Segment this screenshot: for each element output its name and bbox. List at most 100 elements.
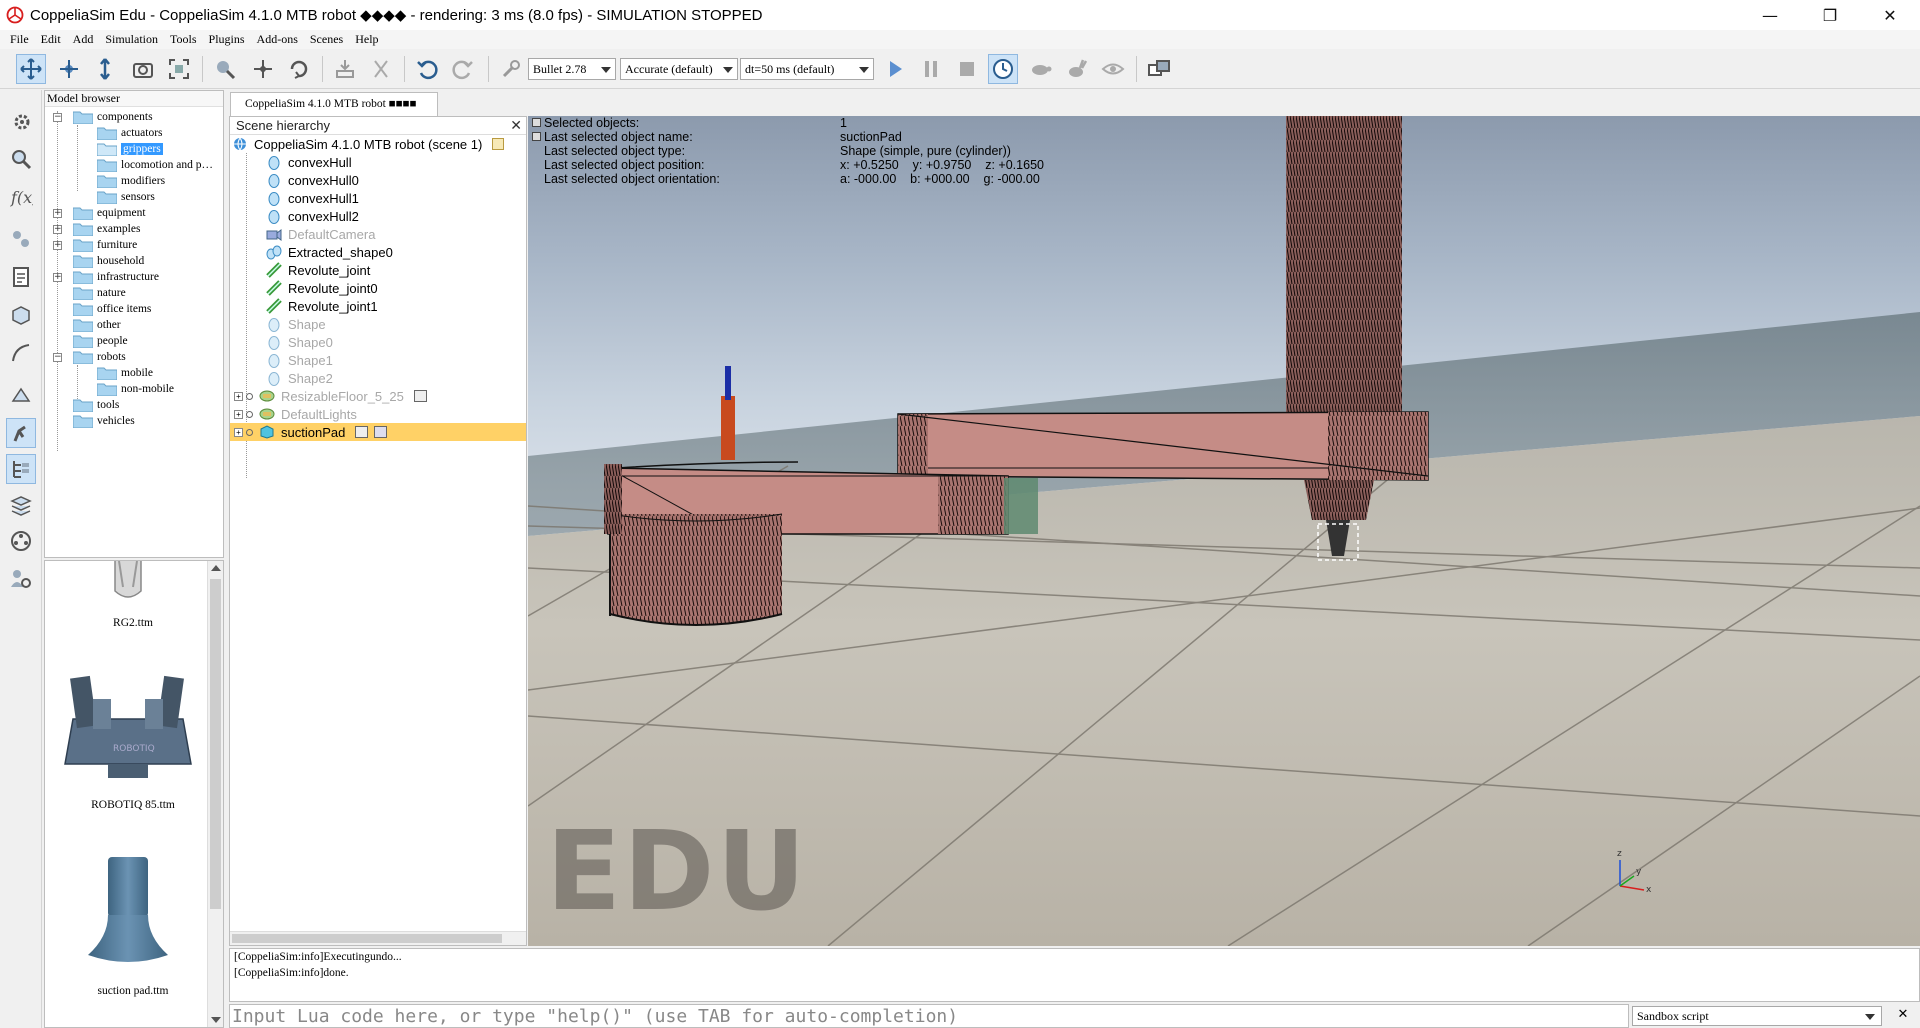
click-select-button[interactable] xyxy=(210,54,240,84)
folder-people[interactable]: people xyxy=(73,333,128,349)
expander-components[interactable]: − xyxy=(53,113,62,122)
dynamics-toggle-button[interactable] xyxy=(496,54,526,84)
hierarchy-item-shape0[interactable]: Shape0 xyxy=(230,333,526,351)
expander-examples[interactable]: + xyxy=(53,225,62,234)
video-recorder-button[interactable] xyxy=(6,526,36,556)
user-settings-button[interactable] xyxy=(6,564,36,594)
scene-root[interactable]: CoppeliaSim 4.1.0 MTB robot (scene 1) xyxy=(230,135,526,153)
simulation-settings-button[interactable] xyxy=(6,106,36,136)
menu-scenes[interactable]: Scenes xyxy=(310,32,343,47)
folder-modifiers[interactable]: modifiers xyxy=(97,173,165,189)
scene-object-properties-button[interactable] xyxy=(6,262,36,292)
slow-down-button[interactable] xyxy=(1026,54,1056,84)
hierarchy-item-suctionpad[interactable]: + suctionPad xyxy=(230,423,526,441)
menu-plugins[interactable]: Plugins xyxy=(209,32,245,47)
script-selector[interactable]: Sandbox script xyxy=(1632,1006,1882,1026)
shape-edit-button[interactable] xyxy=(6,300,36,330)
hierarchy-item-revolute-joint[interactable]: Revolute_joint xyxy=(230,261,526,279)
hierarchy-item-extracted-shape0[interactable]: Extracted_shape0 xyxy=(230,243,526,261)
stop-simulation-button[interactable] xyxy=(952,54,982,84)
folder-locomotion[interactable]: locomotion and p… xyxy=(97,157,213,173)
expand-plus-icon[interactable]: + xyxy=(234,409,243,419)
path-edit-button[interactable] xyxy=(6,338,36,368)
info-collapse-icon[interactable] xyxy=(532,118,541,127)
folder-vehicles[interactable]: vehicles xyxy=(73,413,135,429)
folder-nature[interactable]: nature xyxy=(73,285,126,301)
layers-button[interactable] xyxy=(6,490,36,520)
hierarchy-item-convexhull1[interactable]: convexHull1 xyxy=(230,189,526,207)
menu-add[interactable]: Add xyxy=(73,32,94,47)
hierarchy-item-defaultcamera[interactable]: DefaultCamera xyxy=(230,225,526,243)
object-rotate-button[interactable] xyxy=(284,54,314,84)
camera-pan-button[interactable] xyxy=(16,54,46,84)
hierarchy-item-convexhull[interactable]: convexHull xyxy=(230,153,526,171)
real-time-mode-button[interactable] xyxy=(988,54,1018,84)
menu-tools[interactable]: Tools xyxy=(170,32,197,47)
folder-office-items[interactable]: office items xyxy=(73,301,151,317)
transfer-dna-button[interactable] xyxy=(366,54,396,84)
minimize-button[interactable]: — xyxy=(1740,0,1800,30)
menu-file[interactable]: File xyxy=(10,32,29,47)
close-console-button[interactable]: ✕ xyxy=(1894,1007,1912,1025)
close-window-button[interactable]: ✕ xyxy=(1860,0,1920,30)
hierarchy-item-revolute-joint1[interactable]: Revolute_joint1 xyxy=(230,297,526,315)
folder-actuators[interactable]: actuators xyxy=(97,125,163,141)
expander-robots[interactable]: − xyxy=(53,353,62,362)
object-properties-button[interactable] xyxy=(6,224,36,254)
menu-help[interactable]: Help xyxy=(355,32,378,47)
hierarchy-item-shape[interactable]: Shape xyxy=(230,315,526,333)
folder-non-mobile[interactable]: non-mobile xyxy=(97,381,174,397)
expand-plus-icon[interactable]: + xyxy=(234,427,243,437)
assemble-button[interactable] xyxy=(330,54,360,84)
folder-robots[interactable]: robots xyxy=(73,349,126,365)
page-selector-button[interactable] xyxy=(1144,54,1174,84)
maximize-button[interactable]: ❐ xyxy=(1800,0,1860,30)
model-browser-toggle-button[interactable] xyxy=(6,418,36,448)
functions-button[interactable]: f(x) xyxy=(6,182,36,212)
fit-to-view-button[interactable] xyxy=(164,54,194,84)
camera-rotate-button[interactable] xyxy=(54,54,84,84)
model-content-icon[interactable] xyxy=(413,390,427,402)
folder-equipment[interactable]: equipment xyxy=(73,205,146,221)
scroll-down-arrow-icon[interactable] xyxy=(211,1017,221,1023)
undo-button[interactable] xyxy=(412,54,442,84)
folder-household[interactable]: household xyxy=(73,253,144,269)
speed-up-button[interactable] xyxy=(1062,54,1092,84)
model-content-icon[interactable] xyxy=(355,426,369,438)
hierarchy-horizontal-scrollbar[interactable] xyxy=(230,931,526,945)
timestep-select[interactable]: dt=50 ms (default) xyxy=(740,58,874,80)
hierarchy-item-shape2[interactable]: Shape2 xyxy=(230,369,526,387)
collections-button[interactable] xyxy=(6,380,36,410)
menu-edit[interactable]: Edit xyxy=(41,32,61,47)
expander-infrastructure[interactable]: + xyxy=(53,273,62,282)
folder-infrastructure[interactable]: infrastructure xyxy=(73,269,159,285)
camera-angle-button[interactable] xyxy=(128,54,158,84)
scrollbar-thumb[interactable] xyxy=(210,579,221,909)
model-thumb-suction-pad[interactable]: suction pad.ttm xyxy=(53,857,203,1017)
folder-furniture[interactable]: furniture xyxy=(73,237,137,253)
folder-other[interactable]: other xyxy=(73,317,121,333)
scroll-up-arrow-icon[interactable] xyxy=(210,565,221,571)
scrollbar-thumb[interactable] xyxy=(232,934,502,943)
pause-simulation-button[interactable] xyxy=(916,54,946,84)
folder-components[interactable]: components xyxy=(73,109,153,125)
folder-tools[interactable]: tools xyxy=(73,397,119,413)
model-thumb-robotiq85[interactable]: ROBOTIQ ROBOTIQ 85.ttm xyxy=(53,669,203,829)
hierarchy-item-convexhull0[interactable]: convexHull0 xyxy=(230,171,526,189)
object-shift-button[interactable] xyxy=(248,54,278,84)
folder-mobile[interactable]: mobile xyxy=(97,365,153,381)
scene-hierarchy-toggle-button[interactable] xyxy=(6,454,36,484)
folder-sensors[interactable]: sensors xyxy=(97,189,155,205)
hierarchy-item-shape1[interactable]: Shape1 xyxy=(230,351,526,369)
calculation-modules-button[interactable] xyxy=(6,144,36,174)
menu-simulation[interactable]: Simulation xyxy=(105,32,158,47)
start-simulation-button[interactable] xyxy=(880,54,910,84)
model-thumb-rg2[interactable]: RG2.ttm xyxy=(53,560,203,633)
script-edit-icon[interactable] xyxy=(374,426,388,438)
expander-equipment[interactable]: + xyxy=(53,209,62,218)
lua-command-input[interactable]: Input Lua code here, or type "help()" (u… xyxy=(229,1004,1629,1028)
thumbnails-scrollbar[interactable] xyxy=(207,561,223,1027)
redo-button[interactable] xyxy=(448,54,478,84)
physics-engine-select[interactable]: Bullet 2.78 xyxy=(528,58,616,80)
script-icon[interactable] xyxy=(492,138,505,150)
